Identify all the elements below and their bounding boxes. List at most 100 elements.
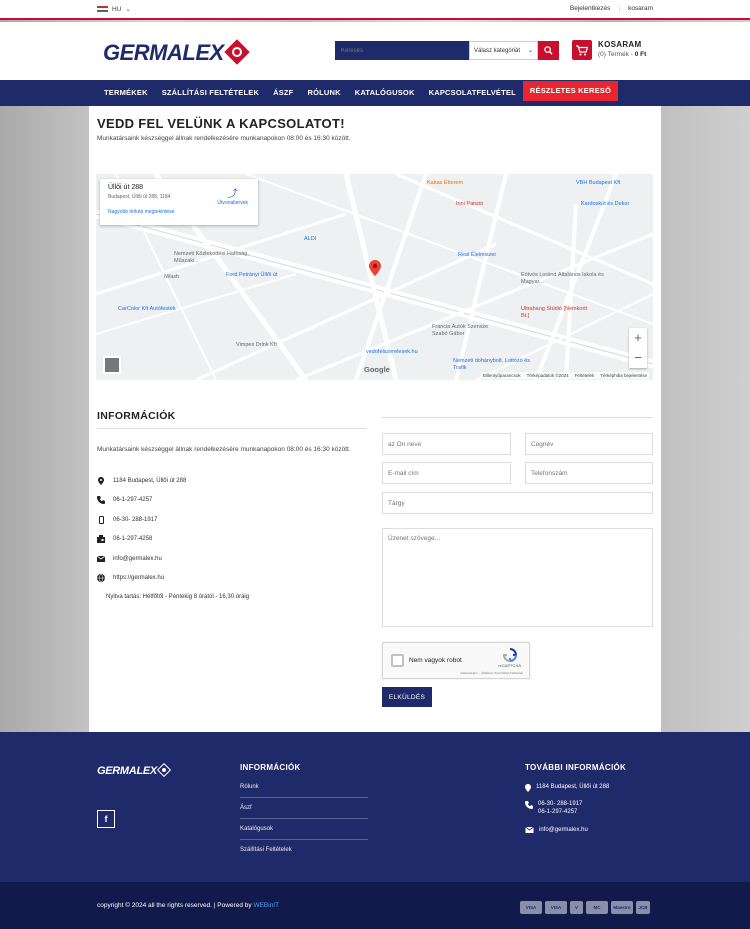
envelope-icon (97, 555, 105, 563)
subject-input[interactable] (382, 492, 653, 514)
nav-advanced-search[interactable]: RÉSZLETES KERESŐ (522, 81, 619, 101)
info-web-text[interactable]: https://germalex.hu (113, 575, 164, 581)
map-label[interactable]: Vimpex Drink Kft (236, 342, 277, 349)
search-input[interactable] (335, 41, 469, 60)
search-button[interactable] (538, 41, 559, 60)
powered-by-link[interactable]: WEBinIT (253, 902, 279, 909)
v-pay-icon: V (570, 901, 583, 914)
map-label[interactable]: Real Élelmiszer (458, 252, 496, 259)
info-mobile-text[interactable]: 06-30- 288-1917 (113, 517, 157, 523)
germalex-footer-logo[interactable]: GERMALEX (97, 763, 171, 777)
jcb-icon: JCB (636, 901, 650, 914)
footer-phone-1[interactable]: 06-30- 288-1917 (538, 801, 582, 807)
copyright-text: copyright © 2024 all the rights reserved… (97, 902, 252, 909)
my-cart-link[interactable]: kosaram (628, 5, 653, 12)
phone-input[interactable] (525, 462, 653, 484)
map-label[interactable]: Ultrahang Stúdió [Nemkorit Bt.] (521, 306, 591, 319)
map-label[interactable]: vedofelszerelesek.hu (366, 349, 418, 356)
map-label[interactable]: Nemzeti Közlekedési Hatóság, Műszaki... (174, 251, 254, 264)
nav-products[interactable]: TERMÉKEK (97, 80, 155, 106)
svg-text:GERMALEX: GERMALEX (97, 765, 158, 777)
globe-icon (97, 574, 105, 582)
info-address-text: 1184 Budapest, Üllői út 288 (113, 478, 187, 484)
report-error-link[interactable]: Térképhiba bejelentése (600, 373, 647, 378)
recaptcha-checkbox[interactable] (391, 654, 404, 667)
footer-phones: 06-30- 288-1917 06-1-297-4257 (525, 801, 582, 815)
map-label[interactable]: Ford Petrányi Üllői út (226, 272, 277, 279)
map-label[interactable]: Eötvös Loránd Általános Iskola és Magyar… (521, 272, 611, 285)
map-pin-icon[interactable] (369, 260, 381, 276)
zoom-out-button[interactable]: − (629, 348, 647, 368)
nav-shipping[interactable]: SZÁLLÍTÁSI FELTÉTELEK (155, 80, 266, 106)
recaptcha-brand: reCAPTCHA (498, 663, 521, 668)
recaptcha-icon (502, 648, 517, 663)
category-select[interactable]: Válasz kategóriát ⌄ (469, 41, 538, 60)
divider (382, 417, 653, 418)
info-fax: 06-1-297-4258 (97, 535, 152, 543)
map-label[interactable]: Kardoskút és Dekor (581, 201, 651, 208)
map-satellite-toggle[interactable] (103, 356, 121, 374)
footer-email-text[interactable]: info@germalex.hu (539, 827, 588, 833)
footer-info-heading: INFORMÁCIÓK (240, 763, 301, 772)
company-input[interactable] (525, 433, 653, 455)
bottom-bar: copyright © 2024 all the rights reserved… (0, 882, 750, 929)
map-zoom-controls: + − (629, 328, 647, 368)
map-marker-icon (97, 477, 105, 485)
cart-widget[interactable]: KOSARAM (0) Termék - 0 Ft (572, 40, 646, 60)
recaptcha-label: Nem vagyok robot (409, 657, 462, 664)
search-bar: Válasz kategóriát ⌄ (335, 41, 559, 60)
recaptcha-terms[interactable]: Adatvédelem – Általános Szerződési Felté… (460, 671, 523, 675)
header: GERMALEX Válasz kategóriát ⌄ KOSARAM (0)… (0, 22, 750, 80)
cart-icon (572, 40, 592, 60)
envelope-icon (525, 827, 534, 833)
map-label[interactable]: Francia Autók Szervize Szabó Gábor (432, 324, 502, 337)
payment-cards: VISA VISA V MC Maestro JCB (520, 901, 650, 914)
cart-title: KOSARAM (598, 40, 642, 49)
phone-icon (97, 496, 105, 504)
info-email-text[interactable]: info@germalex.hu (113, 556, 162, 562)
footer-link-about[interactable]: Rólunk (240, 784, 368, 798)
login-link[interactable]: Bejelentkezés (570, 5, 610, 12)
divider (97, 428, 366, 429)
map-label[interactable]: Inni Panzió (456, 201, 483, 208)
map-label[interactable]: CarColor Kft Autófesték (118, 306, 178, 313)
info-heading: INFORMÁCIÓK (97, 410, 176, 422)
facebook-icon[interactable]: f (97, 810, 115, 828)
hungary-flag-icon (97, 5, 108, 13)
chevron-down-icon: ⌄ (527, 48, 533, 54)
cart-count: (0) Termék - (598, 51, 633, 58)
map-footer: Billentyűparancsok Térképadatok ©2024 Fe… (480, 372, 649, 379)
submit-button[interactable]: ELKÜLDÉS (382, 687, 432, 707)
language-selector[interactable]: HU ⌄ (97, 5, 131, 13)
info-fax-text: 06-1-297-4258 (113, 536, 153, 542)
germalex-logo[interactable]: GERMALEX (103, 39, 251, 65)
map-marker-icon (525, 784, 531, 792)
zoom-in-button[interactable]: + (629, 328, 647, 348)
footer-link-catalogs[interactable]: Katalógusok (240, 826, 368, 840)
terms-link[interactable]: Feltételek (575, 373, 595, 378)
nav-catalogs[interactable]: KATALÓGUSOK (348, 80, 422, 106)
footer-link-shipping[interactable]: Szállítási Feltételek (240, 847, 368, 860)
map-label[interactable]: Kakas Étterem (427, 180, 463, 187)
name-input[interactable] (382, 433, 511, 455)
map-label[interactable]: VBH Budapest Kft (576, 180, 620, 187)
footer-phone-2[interactable]: 06-1-297-4257 (538, 809, 582, 815)
info-email: info@germalex.hu (97, 555, 162, 563)
top-bar: HU ⌄ Bejelentkezés | kosaram (0, 0, 750, 20)
info-phone-text[interactable]: 06-1-297-4257 (113, 497, 152, 503)
nav-about[interactable]: RÓLUNK (300, 80, 347, 106)
footer-link-terms[interactable]: Ászf (240, 805, 368, 819)
nav-contact[interactable]: KAPCSOLATFELVÉTEL (422, 80, 523, 106)
map-label[interactable]: Nemzeti dohánybolt, Lottózó és Trafik (453, 358, 533, 371)
map-labels: Kakas Étterem VBH Budapest Kft Inni Panz… (96, 174, 653, 380)
nav-terms[interactable]: ÁSZF (266, 80, 300, 106)
keyboard-shortcuts-link[interactable]: Billentyűparancsok (483, 373, 521, 378)
map-label[interactable]: ALDI (304, 236, 316, 243)
map-label[interactable]: iWash (164, 274, 179, 281)
recaptcha-widget: Nem vagyok robot reCAPTCHA Adatvédelem –… (382, 642, 530, 679)
google-map[interactable]: Üllői út 288 Budapest, Üllői út 288, 118… (96, 174, 653, 380)
info-web: https://germalex.hu (97, 574, 164, 582)
info-address: 1184 Budapest, Üllői út 288 (97, 477, 186, 485)
email-input[interactable] (382, 462, 511, 484)
message-textarea[interactable] (382, 528, 653, 627)
